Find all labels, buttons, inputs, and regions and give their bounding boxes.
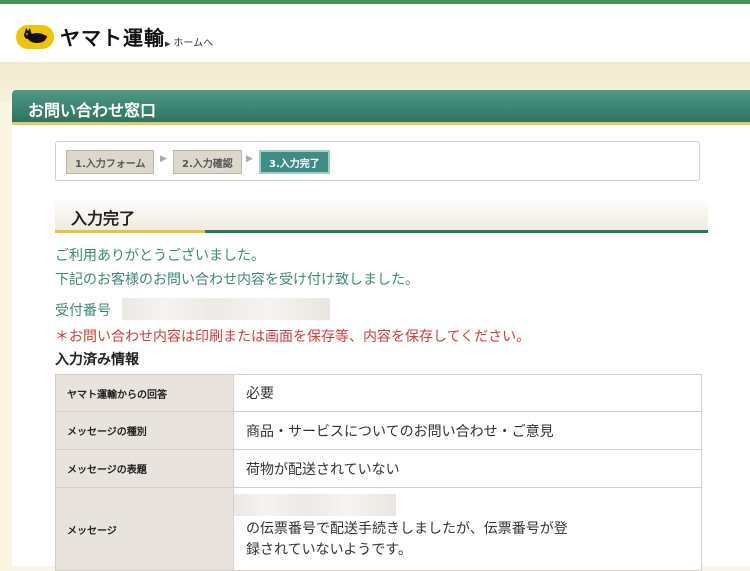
tracking-number-redacted	[234, 494, 396, 516]
home-link[interactable]: ▶ ホームへ	[165, 34, 213, 49]
step-input-complete: 3.入力完了	[259, 150, 330, 174]
info-title: 入力済み情報	[55, 352, 139, 368]
message-line: の伝票番号で配送手続きしましたが、伝票番号が登	[246, 521, 568, 537]
table-row: メッセージの種別 商品・サービスについてのお問い合わせ・ご意見	[55, 411, 702, 450]
received-message: 下記のお客様のお問い合わせ内容を受け付け致しました。	[55, 272, 419, 288]
home-link-label: ホームへ	[173, 38, 214, 49]
row-value: 必要	[233, 374, 702, 412]
section-header: 入力完了	[55, 197, 708, 233]
arrow-right-icon: ▶	[165, 40, 171, 48]
table-row: メッセージ の伝票番号で配送手続きしましたが、伝票番号が登 録されていないようで…	[55, 487, 702, 571]
contact-panel: お問い合わせ窓口 1.入力フォーム ▶ 2.入力確認 ▶ 3.入力完了 入力完了…	[12, 90, 750, 571]
progress-steps: 1.入力フォーム ▶ 2.入力確認 ▶ 3.入力完了	[55, 141, 700, 181]
row-label: メッセージの表題	[55, 449, 234, 488]
section-title: 入力完了	[71, 209, 136, 228]
info-table: ヤマト運輸からの回答 必要 メッセージの種別 商品・サービスについてのお問い合わ…	[55, 374, 702, 571]
message-line: 録されていないようです。	[246, 542, 412, 558]
message-cell: の伝票番号で配送手続きしましたが、伝票番号が登 録されていないようです。	[233, 487, 702, 571]
step-separator-icon: ▶	[246, 154, 253, 164]
top-bar: ヤマト運輸 ▶ ホームへ	[0, 0, 750, 62]
step-separator-icon: ▶	[160, 154, 167, 164]
panel-header: お問い合わせ窓口	[12, 90, 750, 125]
receipt-number-redacted	[122, 298, 330, 320]
row-label: メッセージの種別	[55, 411, 234, 450]
step-input-form: 1.入力フォーム	[66, 150, 155, 174]
section-underline-accent	[55, 230, 205, 233]
row-label: メッセージ	[55, 487, 234, 571]
black-cat-icon	[16, 24, 54, 49]
table-row: ヤマト運輸からの回答 必要	[55, 374, 702, 412]
row-value: 商品・サービスについてのお問い合わせ・ご意見	[233, 411, 702, 450]
yamato-logo[interactable]: ヤマト運輸	[16, 22, 165, 51]
panel-title: お問い合わせ窓口	[28, 101, 157, 120]
row-value: 荷物が配送されていない	[233, 449, 702, 488]
step-input-confirm: 2.入力確認	[173, 150, 242, 174]
save-warning: ＊お問い合わせ内容は印刷または画面を保存等、内容を保存してください。	[55, 329, 531, 345]
logo-text: ヤマト運輸	[60, 26, 165, 50]
thanks-message: ご利用ありがとうございました。	[55, 248, 265, 264]
receipt-number-label: 受付番号	[55, 303, 111, 319]
row-label: ヤマト運輸からの回答	[55, 374, 234, 412]
table-row: メッセージの表題 荷物が配送されていない	[55, 449, 702, 488]
